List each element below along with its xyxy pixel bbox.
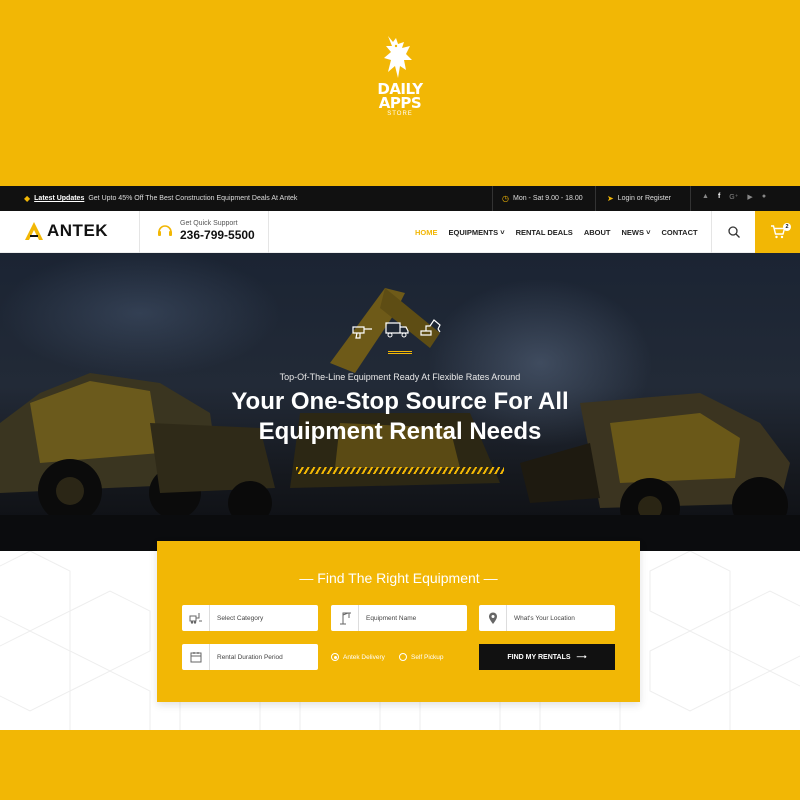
equipment-name-input[interactable]: Equipment Name [331, 605, 467, 631]
menu-item-label: EQUIPMENTS [448, 228, 499, 237]
hero-eyebrow: Top-Of-The-Line Equipment Ready At Flexi… [279, 372, 521, 382]
navbar-divider [139, 211, 140, 253]
chevron-down-icon: ˅ [646, 228, 651, 237]
excavator-icon [420, 319, 441, 336]
calendar-icon [182, 644, 210, 670]
hero-equipment-icons [350, 317, 444, 339]
truck-icon [385, 322, 409, 338]
find-my-rentals-button[interactable]: FIND MY RENTALS ⟶ [479, 644, 615, 670]
antek-logo-icon [25, 222, 43, 240]
login-register-text: Login or Register [617, 195, 672, 202]
category-select[interactable]: Select Category [182, 605, 318, 631]
radio-antek-delivery-label: Antek Delivery [343, 653, 385, 661]
monkey-mascot-icon [384, 36, 412, 78]
search-icon[interactable] [727, 225, 741, 239]
title-dash-left-icon: — [299, 570, 314, 586]
latest-updates-text: Get Upto 45% Off The Best Construction E… [88, 195, 298, 202]
chevron-down-icon: ˅ [500, 228, 505, 237]
cart-count-badge: 2 [783, 223, 791, 231]
crane-icon [331, 605, 359, 631]
finder-title-text: Find The Right Equipment [317, 570, 480, 586]
opening-hours: ◷ Mon - Sat 9.00 - 18.00 [502, 194, 583, 203]
radio-unselected-icon [399, 653, 407, 661]
topbar-divider [595, 186, 596, 211]
twitter-icon[interactable]: ▲ [702, 193, 709, 201]
hero-stripes [296, 467, 504, 474]
clock-icon: ◷ [502, 194, 509, 203]
forklift-icon [182, 605, 210, 631]
menu-item-about[interactable]: ABOUT [584, 228, 611, 237]
arrow-right-icon: ⟶ [576, 654, 587, 661]
headset-icon [158, 225, 172, 236]
hero-headline-line1: Your One-Stop Source For All [231, 388, 569, 415]
topbar-divider [492, 186, 493, 211]
google-plus-icon[interactable]: G⁺ [729, 193, 738, 201]
duration-select-value: Rental Duration Period [217, 653, 283, 661]
daily-apps-logo: DAILY APPS STORE [355, 32, 445, 132]
promo-brand-store: STORE [387, 111, 413, 117]
antek-logo-text: ANTEK [47, 221, 109, 240]
duration-select[interactable]: Rental Duration Period [182, 644, 318, 670]
drill-icon [352, 326, 372, 339]
website-preview: ◆ Latest Updates Get Upto 45% Off The Be… [0, 186, 800, 730]
menu-item-home[interactable]: HOME [415, 228, 438, 237]
location-placeholder: What's Your Location [514, 614, 575, 622]
radio-self-pickup-label: Self Pickup [411, 653, 444, 661]
login-icon: ➤ [607, 194, 614, 203]
hero-headline-line2: Equipment Rental Needs [258, 418, 542, 445]
social-links: ▲ f G⁺ ▶ ● [702, 193, 766, 201]
equipment-finder-card: — Find The Right Equipment — Select Cate… [157, 541, 640, 702]
main-navbar: ANTEK Get Quick Support 236-799-5500 HOM… [0, 211, 800, 253]
hero-divider [388, 351, 412, 354]
topbar-divider [690, 186, 691, 211]
quick-support: Get Quick Support 236-799-5500 [156, 220, 255, 242]
pinterest-icon[interactable]: ● [762, 193, 766, 201]
radio-antek-delivery[interactable]: Antek Delivery [331, 653, 385, 661]
support-phone[interactable]: 236-799-5500 [180, 228, 255, 242]
latest-updates-link[interactable]: Latest Updates [34, 195, 84, 202]
facebook-icon[interactable]: f [718, 193, 720, 201]
menu-item-equipments[interactable]: EQUIPMENTS ˅ [449, 228, 505, 237]
category-select-value: Select Category [217, 614, 264, 622]
login-register-link[interactable]: ➤ Login or Register [607, 194, 671, 203]
main-menu: HOME EQUIPMENTS ˅ RENTAL DEALS ABOUT NEW… [415, 228, 698, 237]
find-my-rentals-label: FIND MY RENTALS [507, 653, 571, 661]
support-label: Get Quick Support [180, 220, 238, 227]
location-input[interactable]: What's Your Location [479, 605, 615, 631]
map-pin-icon [479, 605, 507, 631]
hero-banner: Top-Of-The-Line Equipment Ready At Flexi… [0, 253, 800, 551]
menu-item-label: NEWS [621, 228, 644, 237]
finder-title: — Find The Right Equipment — [157, 570, 640, 586]
menu-item-contact[interactable]: CONTACT [661, 228, 697, 237]
hero-headline: Your One-Stop Source For All Equipment R… [0, 387, 800, 447]
menu-item-rental-deals[interactable]: RENTAL DEALS [516, 228, 573, 237]
tag-icon: ◆ [24, 194, 31, 203]
title-dash-right-icon: — [483, 570, 498, 586]
menu-item-news[interactable]: NEWS ˅ [621, 228, 650, 237]
latest-updates: ◆ Latest Updates Get Upto 45% Off The Be… [24, 194, 297, 203]
navbar-divider [268, 211, 269, 253]
radio-self-pickup[interactable]: Self Pickup [399, 653, 444, 661]
promo-brand-apps: APPS [378, 94, 422, 112]
top-bar: ◆ Latest Updates Get Upto 45% Off The Be… [0, 186, 800, 211]
antek-logo[interactable]: ANTEK [24, 221, 108, 241]
navbar-divider [711, 211, 712, 253]
radio-selected-icon [331, 653, 339, 661]
youtube-icon[interactable]: ▶ [747, 193, 752, 201]
cart-button[interactable]: 2 [755, 211, 800, 253]
opening-hours-text: Mon - Sat 9.00 - 18.00 [512, 195, 583, 202]
equipment-name-placeholder: Equipment Name [366, 614, 417, 622]
